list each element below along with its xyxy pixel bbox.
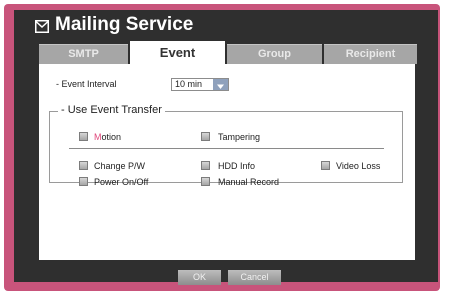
tab-event[interactable]: Event [130,41,225,65]
manual-record-checkbox[interactable] [201,177,210,186]
video-loss-label: Video Loss [336,161,381,171]
tab-recipient[interactable]: Recipient [324,44,417,64]
cancel-button[interactable]: Cancel [228,270,281,285]
chevron-down-icon [217,84,224,89]
manual-record-label: Manual Record [218,177,280,187]
motion-label: Motion [94,132,121,142]
ok-button[interactable]: OK [178,270,221,285]
event-tab-panel: - Event Interval 10 min - Use Event Tran… [39,64,415,260]
event-transfer-legend: - Use Event Transfer [58,104,165,116]
title-bar: Mailing Service [14,10,438,44]
group-divider [69,148,384,149]
event-transfer-group [49,111,403,183]
change-pw-checkbox[interactable] [79,161,88,170]
tab-smtp[interactable]: SMTP [39,44,128,64]
tab-group[interactable]: Group [227,44,322,64]
power-onoff-label: Power On/Off [94,177,149,187]
motion-label-rest: otion [101,132,122,142]
tab-bar: SMTP Event Group Recipient [39,41,417,65]
tampering-checkbox[interactable] [201,132,210,141]
tampering-label: Tampering [218,132,261,142]
dropdown-button[interactable] [213,79,228,90]
power-onoff-checkbox[interactable] [79,177,88,186]
video-loss-checkbox[interactable] [321,161,330,170]
envelope-icon [35,20,49,33]
dialog-title: Mailing Service [55,14,194,35]
motion-label-initial: M [94,132,102,142]
hdd-info-label: HDD Info [218,161,256,171]
change-pw-label: Change P/W [94,161,146,171]
motion-checkbox[interactable] [79,132,88,141]
event-interval-value: 10 min [175,79,203,89]
event-interval-select[interactable]: 10 min [171,78,229,91]
hdd-info-checkbox[interactable] [201,161,210,170]
event-interval-label: - Event Interval [56,79,117,89]
mailing-service-dialog: Mailing Service SMTP Event Group Recipie… [14,10,438,285]
